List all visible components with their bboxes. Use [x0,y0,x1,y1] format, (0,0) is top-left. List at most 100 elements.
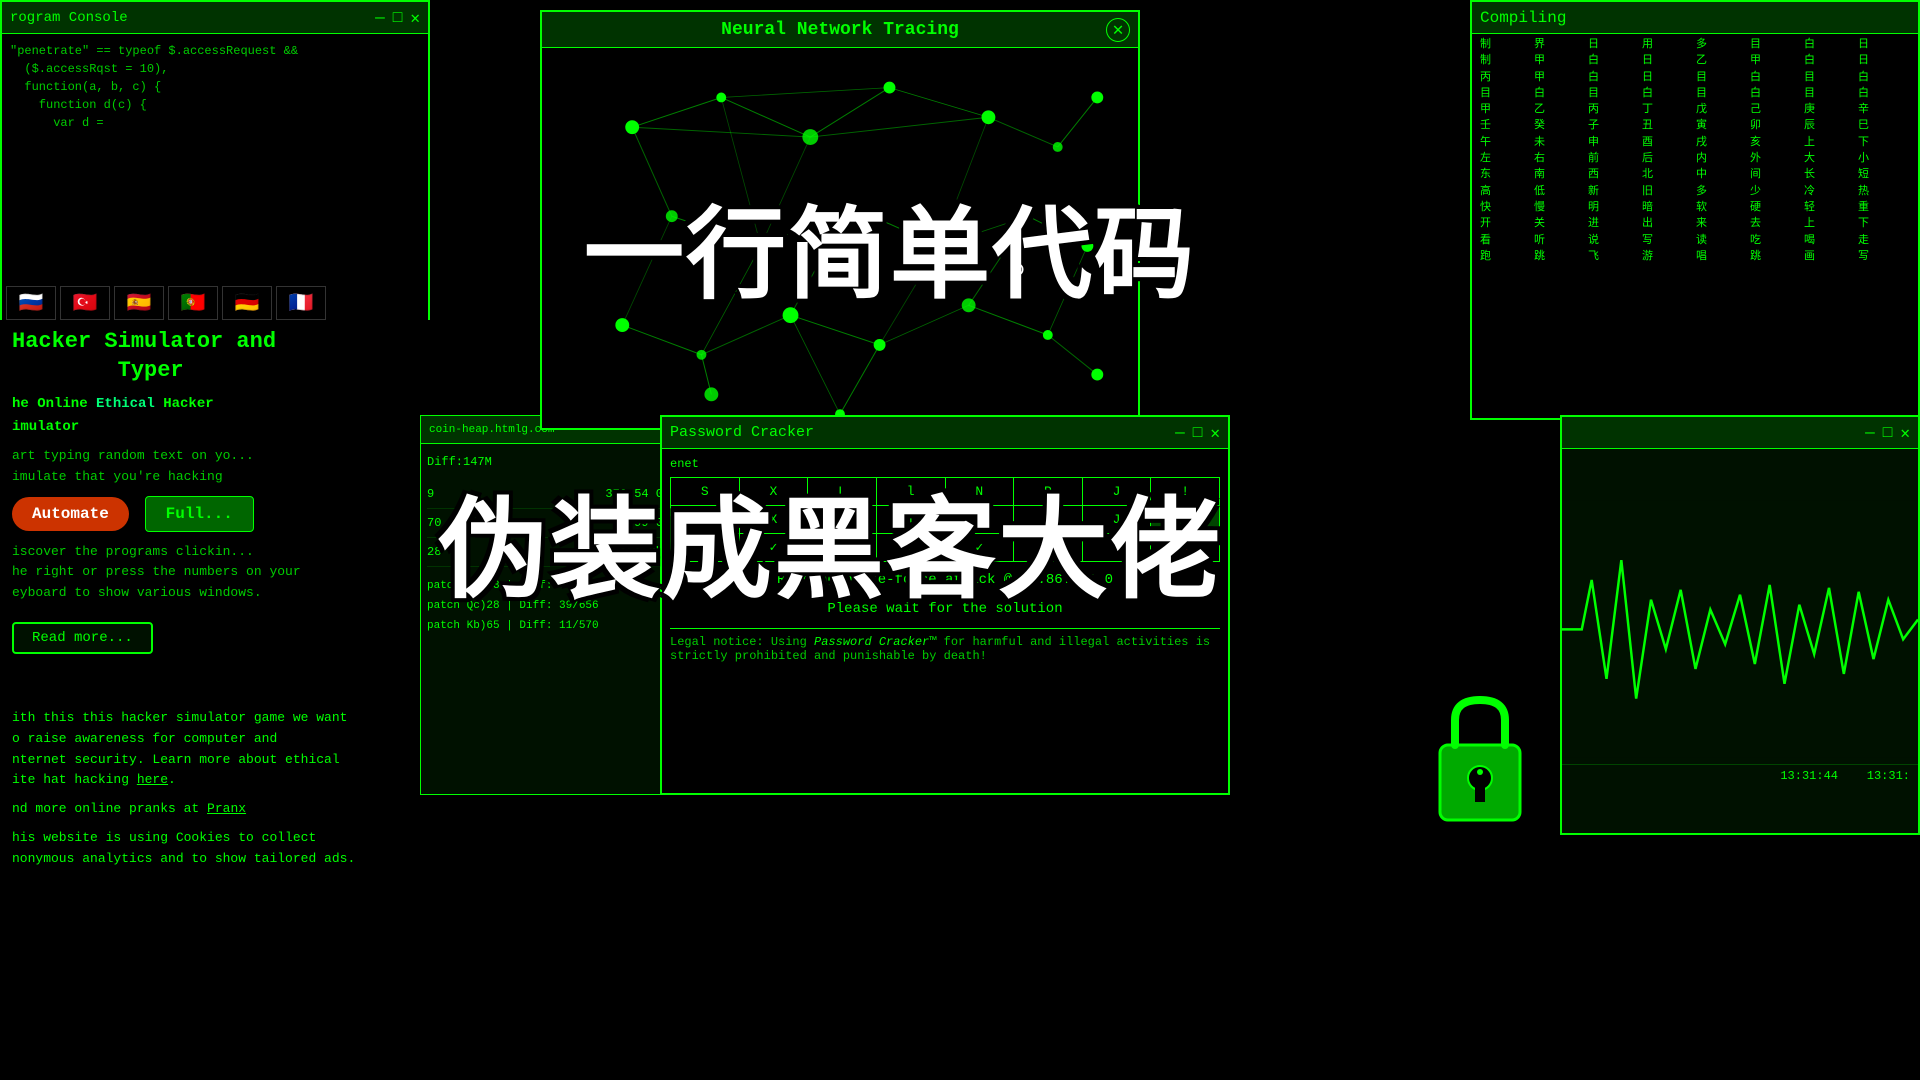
compiling-window: Compiling 制界日用多目白日 制甲白日乙甲白日 丙甲白日目白目白 目白目… [1470,0,1920,420]
coin-url-text: coin-heap.htmlg.com [429,424,554,436]
console-minimize-btn[interactable]: — [375,8,385,28]
crack-cell: L [808,478,877,506]
crack-cell: N [945,478,1014,506]
brute-force-line2: Please wait for the solution [670,599,1220,620]
neural-body [542,48,1138,428]
crack-cell: P [1014,506,1083,534]
console-code-line-3: function(a, b, c) { [10,78,420,96]
console-code-line-2: ($.accessRqst = 10), [10,60,420,78]
console-win-controls: — □ ✕ [375,8,420,28]
flag-germany[interactable]: 🇩🇪 [222,286,272,320]
crack-cell: N [945,506,1014,534]
console-titlebar: rogram Console — □ ✕ [2,2,428,34]
hacker-sim-subtitle: he Online Ethical Hackerimulator art typ… [12,393,418,654]
password-body: enet S X L l N P J ! S X L l N P J 1 [662,449,1228,793]
legal-notice-text: Legal notice: Using Password Cracker™ fo… [670,628,1220,663]
crack-check-cell: ✓ [671,534,740,562]
pranx-link[interactable]: Pranx [207,801,246,816]
flag-portugal[interactable]: 🇵🇹 [168,286,218,320]
wave-time-1: 13:31:44 [1780,769,1838,783]
crack-cell: X [739,478,808,506]
console-code-line-1: "penetrate" == typeof $.accessRequest && [10,42,420,60]
coin-row-3: 28 ~151 Gh [427,538,663,567]
crack-cell: l [876,506,945,534]
flag-turkey[interactable]: 🇹🇷 [60,286,110,320]
crack-cell: P [1014,478,1083,506]
wave-svg [1562,495,1918,764]
full-button[interactable]: Full... [145,496,254,532]
lower-desc2: o raise awareness for computer and [12,729,418,750]
flag-russia[interactable]: 🇷🇺 [6,286,56,320]
hacker-sim-desc4: he right or press the numbers on your [12,562,418,583]
neural-close-btn[interactable]: ✕ [1106,18,1130,42]
move-cursor-icon: ⊕ [1010,255,1024,285]
compiling-chinese-grid: 制界日用多目白日 制甲白日乙甲白日 丙甲白日目白目白 目白目白目白目白 甲乙丙丁… [1480,38,1910,264]
console-close-btn[interactable]: ✕ [410,8,420,28]
crack-cross-cell: ✗ [1151,534,1220,562]
crack-check-cell: ✓ [808,534,877,562]
lower-desc7: nonymous analytics and to show tailored … [12,849,418,870]
password-win-controls: — □ ✕ [1175,423,1220,443]
compiling-titlebar: Compiling [1472,2,1918,34]
crack-table-row-2: S X L l N P J 1 [671,506,1220,534]
lock-icon-container [1420,690,1540,830]
here-link[interactable]: here [137,772,168,787]
crack-cell: ! [1151,478,1220,506]
hacker-sim-title: Hacker Simulator and Typer [12,328,418,385]
neural-network-window: Neural Network Tracing ✕ [540,10,1140,430]
lower-desc4: ite hat hacking here. [12,770,418,791]
neural-title-text: Neural Network Tracing [574,20,1106,40]
console-code-line-5: var d = [10,114,420,132]
console-code-line-4: function d(c) { [10,96,420,114]
wave-minimize-btn[interactable]: — [1865,424,1875,442]
legal-text: Legal notice: Using [670,635,814,649]
read-more-button[interactable]: Read more... [12,622,153,654]
coin-window: coin-heap.htmlg.com Diff:147M 9 372.54 G… [420,415,670,795]
wave-close-btn[interactable]: ✕ [1900,423,1910,443]
coin-patch-1: patch Zh%93 | Diff: 70/916 [427,577,663,597]
hacker-sim-desc5: eyboard to show various windows. [12,583,418,604]
hacker-sim-buttons: Automate Full... [12,496,418,532]
crack-cell: L [808,506,877,534]
hacker-sim-desc2: imulate that you're hacking [12,467,418,488]
crack-cell: X [739,506,808,534]
neural-titlebar: Neural Network Tracing ✕ [542,12,1138,48]
password-title-text: Password Cracker [670,424,814,441]
console-title-text: rogram Console [10,10,128,26]
waveform-window: — □ ✕ 13:31:44 13:31: [1560,415,1920,835]
password-titlebar: Password Cracker — □ ✕ [662,417,1228,449]
lower-left-text: ith this this hacker simulator game we w… [0,700,430,878]
brute-force-line1: Running brute-force attack @ 23.86.111.0 [670,570,1220,591]
lock-icon-svg [1420,690,1540,830]
password-close-btn[interactable]: ✕ [1210,423,1220,443]
legal-italic-text: Password Cracker™ [814,635,936,649]
flag-france[interactable]: 🇫🇷 [276,286,326,320]
crack-check-cell: ✓ [1082,534,1151,562]
crack-cell: S [671,506,740,534]
crack-check-cell: ✓ [1014,534,1083,562]
crack-check-cell: ✓ [945,534,1014,562]
coin-diff: Diff:147M [427,450,663,474]
wave-body: 13:31:44 13:31: [1562,449,1918,833]
hacker-sim-subtitle-text: he Online Ethical Hackerimulator [12,393,418,438]
crack-table-check-row: ✓ ✓ ✓ ✓ ✓ ✓ ✓ ✗ [671,534,1220,562]
wave-maximize-btn[interactable]: □ [1883,424,1893,442]
crack-cell: J [1082,478,1151,506]
compiling-title-text: Compiling [1480,9,1566,27]
flag-spain[interactable]: 🇪🇸 [114,286,164,320]
automate-button[interactable]: Automate [12,497,129,531]
coin-patch-rows: patch Zh%93 | Diff: 70/916 patch Qc)28 |… [427,577,663,636]
password-cracker-window: Password Cracker — □ ✕ enet S X L l N P … [660,415,1230,795]
crack-cell: l [876,478,945,506]
wave-time-2: 13:31: [1867,769,1910,783]
password-network-label: enet [670,457,1220,471]
password-maximize-btn[interactable]: □ [1193,423,1203,443]
password-minimize-btn[interactable]: — [1175,423,1185,443]
crack-cell: S [671,478,740,506]
console-maximize-btn[interactable]: □ [393,8,403,28]
lower-desc5: nd more online pranks at Pranx [12,799,418,820]
read-more-container: Read more... [12,612,418,654]
compiling-body: 制界日用多目白日 制甲白日乙甲白日 丙甲白日目白目白 目白目白目白目白 甲乙丙丁… [1472,34,1918,418]
hacker-sim-area: Hacker Simulator and Typer he Online Eth… [0,320,430,662]
crack-check-cell: ✓ [876,534,945,562]
